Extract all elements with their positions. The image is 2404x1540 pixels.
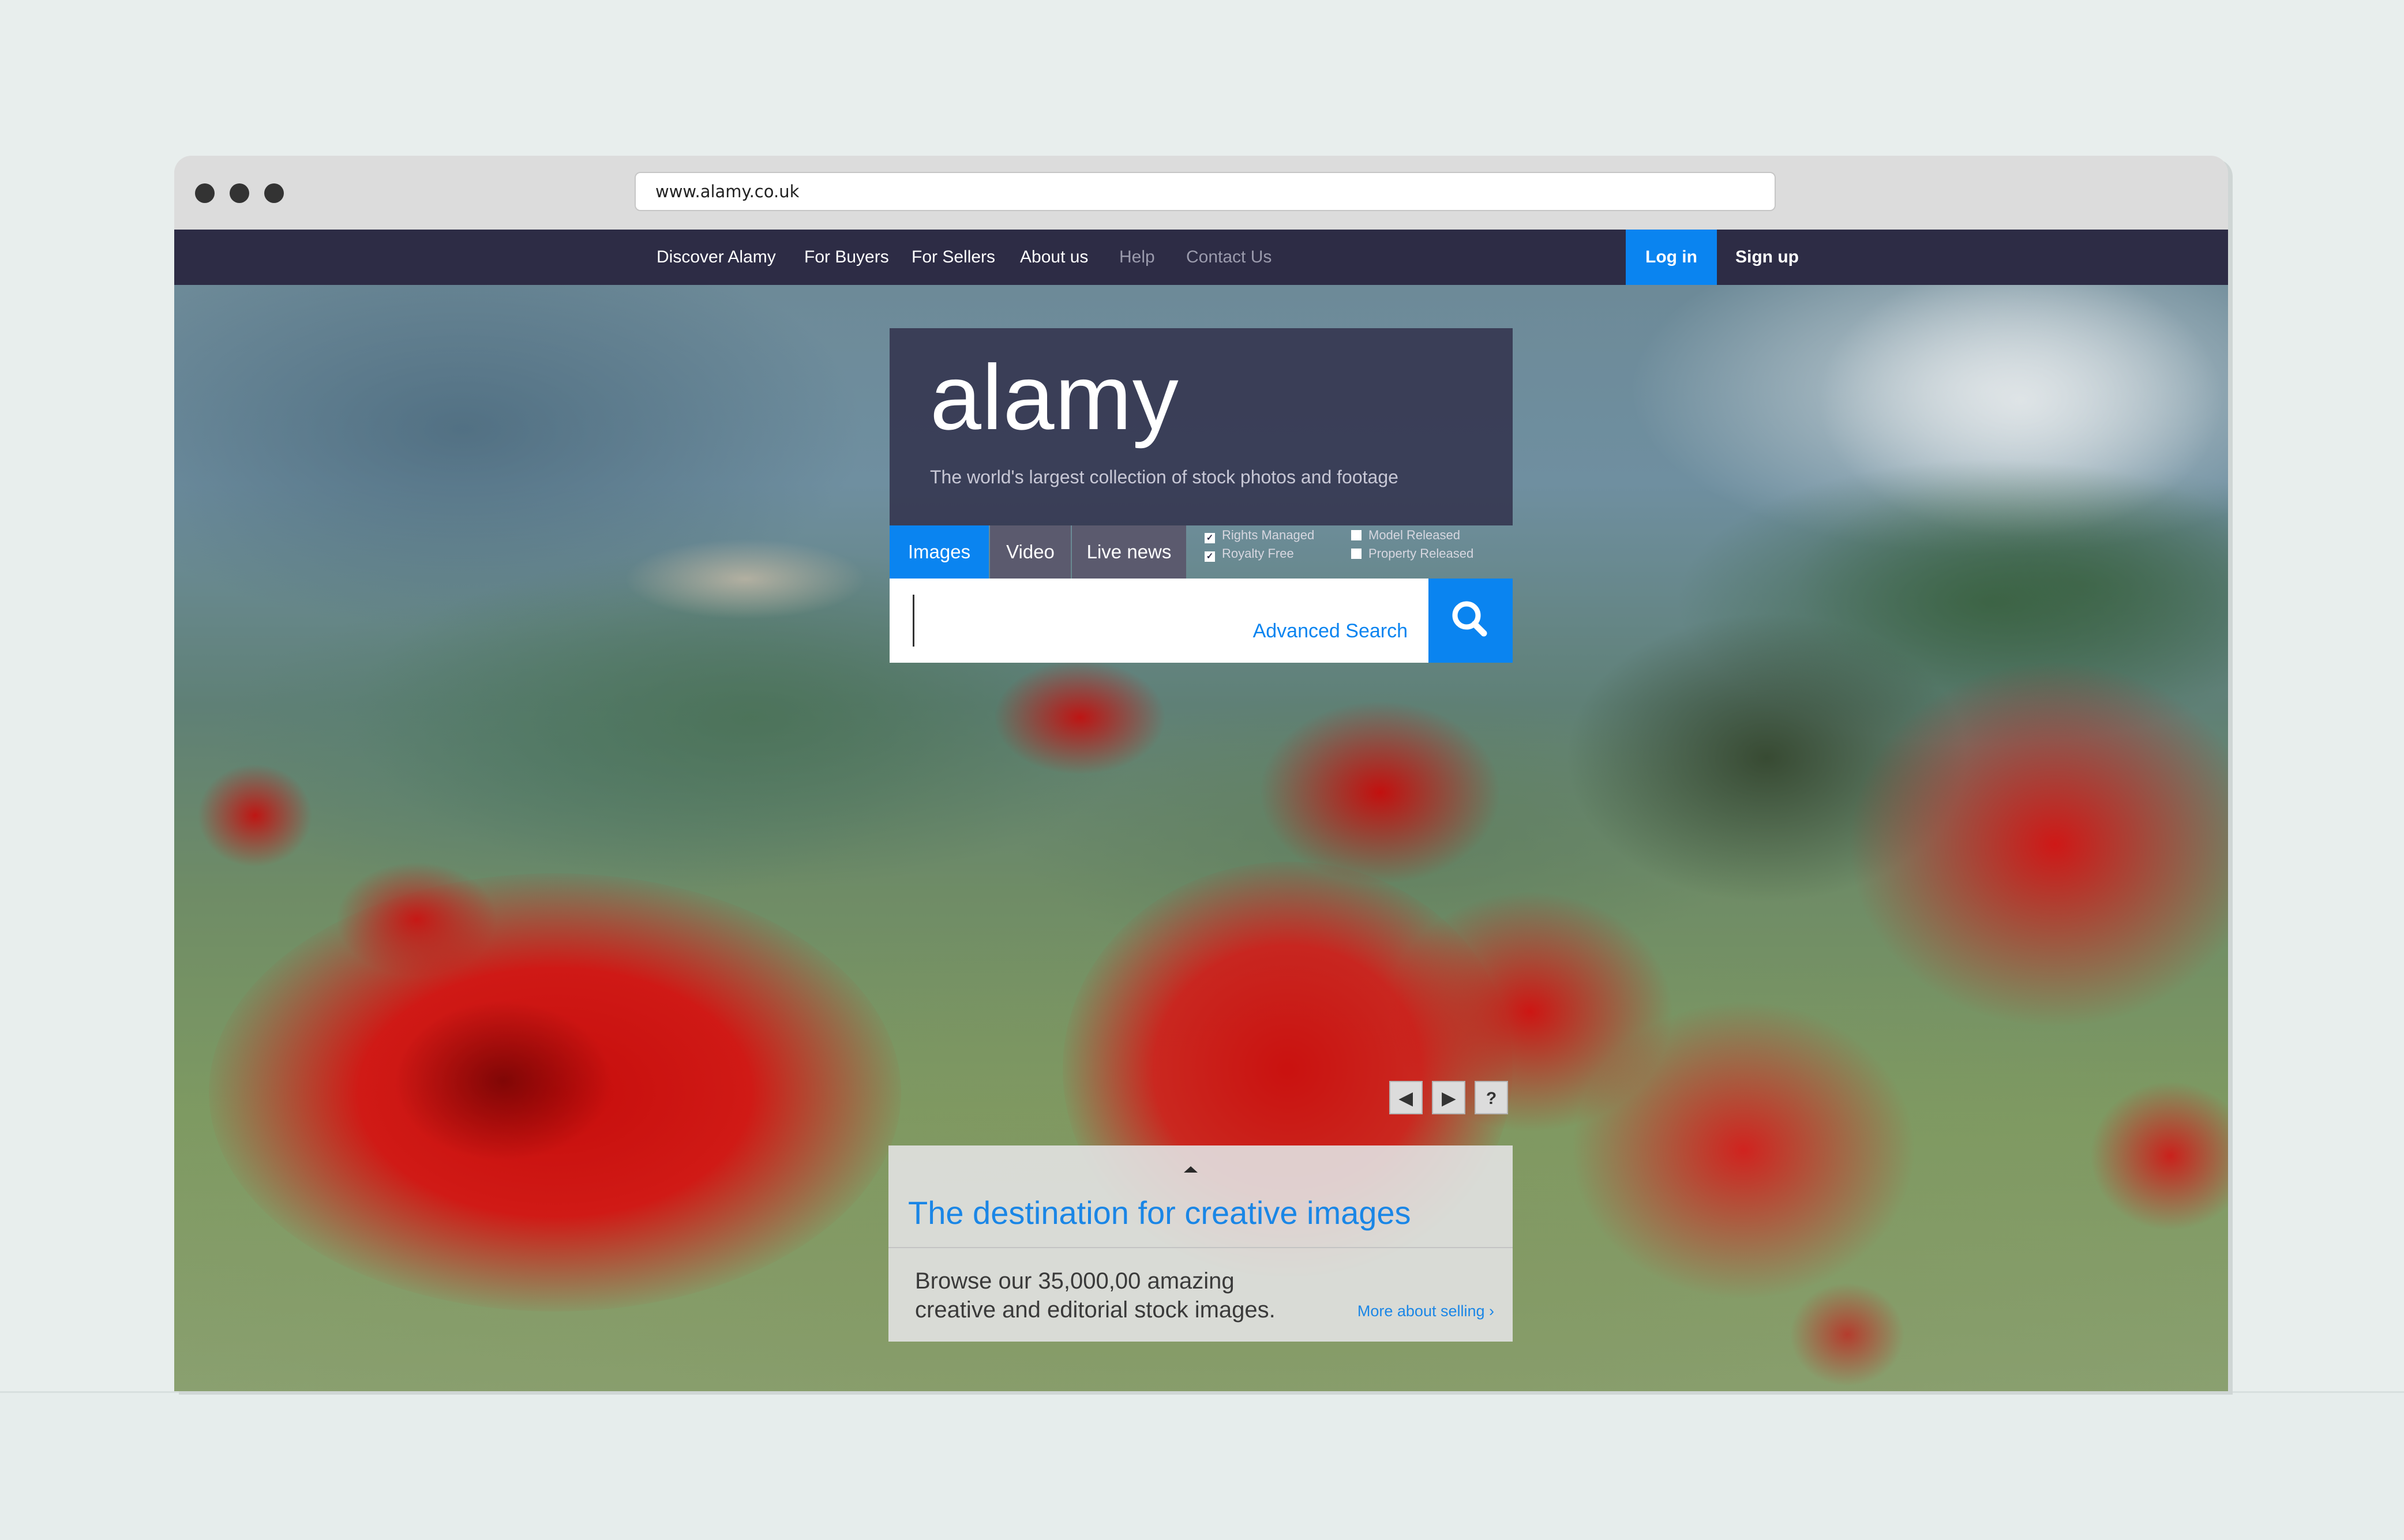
next-image-button[interactable]: ▶ [1432,1081,1465,1114]
nav-about-us[interactable]: About us [1020,230,1088,285]
promo-panel: The destination for creative images Brow… [888,1145,1513,1342]
arrow-left-icon: ◀ [1399,1089,1413,1108]
promo-title: The destination for creative images [908,1195,1411,1231]
filter-label: Royalty Free [1222,546,1294,561]
filter-property-released[interactable]: Property Released [1351,546,1473,561]
promo-body-line: Browse our 35,000,00 amazing [915,1268,1235,1294]
collapse-arrow-icon[interactable] [1184,1166,1198,1173]
filter-label: Property Released [1368,546,1474,561]
previous-image-button[interactable]: ◀ [1389,1081,1423,1114]
question-icon: ? [1486,1089,1497,1108]
filter-label: Model Released [1368,528,1460,542]
window-maximize-dot[interactable] [264,183,284,203]
filter-model-released[interactable]: Model Released [1351,528,1460,543]
search-button[interactable] [1428,579,1513,663]
promo-body-line: creative and editorial stock images. [915,1297,1276,1323]
tab-images[interactable]: Images [890,525,989,579]
advanced-search-link[interactable]: Advanced Search [1253,620,1408,643]
nav-contact-us[interactable]: Contact Us [1186,230,1272,285]
browser-chrome: www.alamy.co.uk [174,156,2228,230]
web-page: Discover Alamy For Buyers For Sellers Ab… [174,230,2228,1391]
tab-video[interactable]: Video [990,525,1071,579]
promo-body: Browse our 35,000,00 amazing creative an… [915,1267,1276,1324]
arrow-right-icon: ▶ [1442,1089,1456,1108]
filter-rights-managed[interactable]: ✓ Rights Managed [1205,528,1314,543]
page-backdrop-strip [0,1391,2404,1540]
filter-label: Rights Managed [1222,528,1315,542]
search-panel: alamy The world's largest collection of … [890,328,1513,586]
nav-help[interactable]: Help [1119,230,1155,285]
checkbox-unchecked-icon[interactable] [1351,549,1362,559]
browser-window: www.alamy.co.uk Discover Alamy For Buyer… [174,156,2228,1391]
nav-for-buyers[interactable]: For Buyers [804,230,889,285]
top-navigation: Discover Alamy For Buyers For Sellers Ab… [174,230,2228,285]
tab-live-news[interactable]: Live news [1072,525,1186,579]
nav-for-sellers[interactable]: For Sellers [912,230,995,285]
address-bar[interactable]: www.alamy.co.uk [635,172,1776,211]
nav-discover-alamy[interactable]: Discover Alamy [657,230,776,285]
checkbox-unchecked-icon[interactable] [1351,530,1362,540]
window-minimize-dot[interactable] [230,183,249,203]
login-button[interactable]: Log in [1626,230,1717,285]
more-about-selling-link[interactable]: More about selling › [1357,1302,1494,1320]
filter-royalty-free[interactable]: ✓ Royalty Free [1205,546,1294,562]
divider [888,1247,1513,1248]
window-close-dot[interactable] [195,183,215,203]
checkbox-checked-icon[interactable]: ✓ [1205,533,1215,543]
image-info-button[interactable]: ? [1475,1081,1508,1114]
search-input[interactable]: Advanced Search [890,579,1428,663]
checkbox-checked-icon[interactable]: ✓ [1205,551,1215,562]
alamy-logo[interactable]: alamy [930,351,1179,444]
search-panel-header: alamy The world's largest collection of … [890,328,1513,562]
text-caret [913,595,914,647]
signup-button[interactable]: Sign up [1735,230,1799,285]
search-icon [1452,601,1487,637]
tagline: The world's largest collection of stock … [930,467,1398,487]
